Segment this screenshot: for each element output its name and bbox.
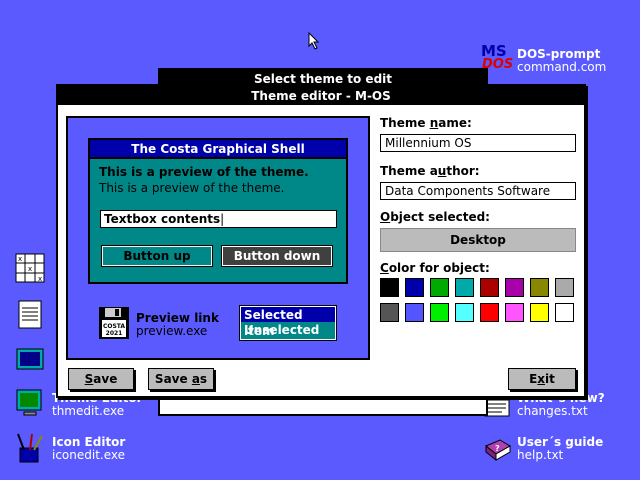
icon-editor-label[interactable]: Icon Editor iconedit.exe [52, 436, 125, 462]
preview-window-title: The Costa Graphical Shell [90, 140, 346, 159]
color-swatch[interactable] [455, 303, 474, 322]
preview-list[interactable]: Selected item Unselected [239, 305, 337, 341]
color-swatch[interactable] [405, 303, 424, 322]
dos-prompt-file: command.com [517, 60, 607, 74]
preview-window: The Costa Graphical Shell This is a prev… [88, 138, 348, 284]
svg-text:x: x [18, 255, 22, 263]
color-swatch[interactable] [480, 278, 499, 297]
users-guide-title: User´s guide [517, 435, 604, 449]
preview-textbox[interactable]: Textbox contents| [100, 210, 337, 228]
color-for-object-label: Color for object: [380, 261, 490, 275]
exit-button[interactable]: Exit [508, 368, 576, 390]
color-swatch[interactable] [480, 303, 499, 322]
object-selected-label: Object selected: [380, 210, 490, 224]
preview-button-up[interactable]: Button up [101, 245, 213, 267]
dos-prompt-title: DOS-prompt [517, 47, 601, 61]
icon-editor-title: Icon Editor [52, 435, 126, 449]
preview-textbox-value: Textbox contents [104, 212, 221, 226]
notepad-icon[interactable] [14, 298, 46, 330]
save-button[interactable]: Save [68, 368, 134, 390]
color-swatch[interactable] [505, 303, 524, 322]
whats-new-file: changes.txt [517, 404, 588, 418]
theme-author-field[interactable]: Data Components Software [380, 182, 576, 200]
preview-text-normal: This is a preview of the theme. [99, 181, 285, 195]
color-swatch[interactable] [380, 278, 399, 297]
color-swatch[interactable] [555, 278, 574, 297]
preview-list-selected[interactable]: Selected item [241, 307, 335, 338]
theme-editor-file: thmedit.exe [52, 404, 125, 418]
users-guide-file: help.txt [517, 448, 564, 462]
preview-text-bold: This is a preview of the theme. [99, 165, 309, 179]
svg-text:?: ? [495, 444, 500, 453]
object-selected-button[interactable]: Desktop [380, 228, 576, 252]
mouse-cursor-icon [308, 32, 320, 50]
dos-prompt-label[interactable]: DOS-prompt command.com [517, 48, 606, 74]
save-as-button[interactable]: Save as [148, 368, 214, 390]
theme-editor-icon[interactable] [14, 386, 46, 418]
theme-name-label: Theme name: [380, 116, 472, 130]
help-book-icon[interactable]: ? [482, 434, 514, 466]
users-guide-label[interactable]: User´s guide help.txt [517, 436, 603, 462]
color-swatch[interactable] [405, 278, 424, 297]
preview-link-title[interactable]: Preview link [136, 311, 219, 325]
icon-editor-file: iconedit.exe [52, 448, 126, 462]
preview-list-unselected[interactable]: Unselected [241, 322, 335, 338]
preview-link-file: preview.exe [136, 324, 208, 338]
color-swatch[interactable] [455, 278, 474, 297]
floppy-label: COSTA 2021 [102, 323, 126, 337]
color-swatch[interactable] [430, 303, 449, 322]
svg-text:x: x [38, 275, 42, 283]
color-swatch[interactable] [505, 278, 524, 297]
color-swatch[interactable] [530, 278, 549, 297]
color-swatch[interactable] [430, 278, 449, 297]
window-title: Theme editor - M-OS [58, 86, 584, 105]
color-swatch[interactable] [380, 303, 399, 322]
theme-name-field[interactable]: Millennium OS [380, 134, 576, 152]
color-swatch[interactable] [530, 303, 549, 322]
preview-button-down[interactable]: Button down [221, 245, 333, 267]
theme-author-label: Theme author: [380, 164, 480, 178]
theme-preview-area: The Costa Graphical Shell This is a prev… [66, 116, 370, 360]
color-swatch[interactable] [555, 303, 574, 322]
svg-text:x: x [28, 265, 32, 273]
theme-editor-window: Theme editor - M-OS The Costa Graphical … [56, 84, 586, 398]
paint-tools-icon[interactable] [14, 432, 46, 464]
tictactoe-icon[interactable]: xxx [14, 252, 46, 284]
terminal-icon[interactable] [14, 344, 46, 376]
